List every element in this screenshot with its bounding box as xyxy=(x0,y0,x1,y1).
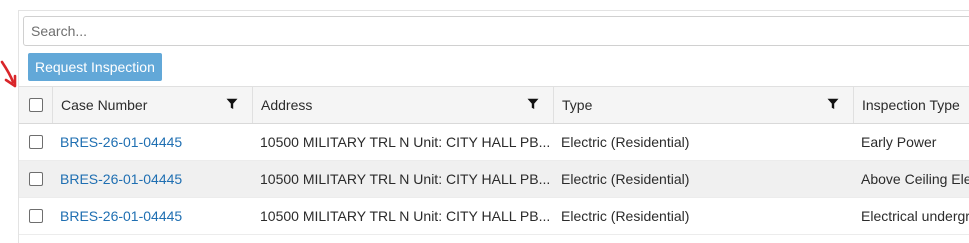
row-checkbox[interactable] xyxy=(28,135,43,149)
row-checkbox[interactable] xyxy=(28,209,43,223)
column-header-inspection-type[interactable]: Inspection Type xyxy=(853,87,969,123)
search-input[interactable] xyxy=(23,16,969,46)
inspection-grid-view: Request Inspection Case Number Address xyxy=(0,0,969,243)
address-cell: 10500 MILITARY TRL N Unit: CITY HALL PB.… xyxy=(260,134,551,150)
address-cell: 10500 MILITARY TRL N Unit: CITY HALL PB.… xyxy=(260,171,551,187)
type-cell: Electric (Residential) xyxy=(561,134,690,150)
case-number-cell: BRES-26-01-04445 xyxy=(52,124,252,160)
case-number-link[interactable]: BRES-26-01-04445 xyxy=(60,208,182,224)
row-select-cell xyxy=(19,161,52,197)
row-select-cell xyxy=(19,124,52,160)
inspection-type-cell: Early Power xyxy=(861,134,937,150)
filter-icon[interactable] xyxy=(527,98,539,110)
column-header-address[interactable]: Address xyxy=(252,87,553,123)
row-checkbox[interactable] xyxy=(28,172,43,186)
type-cell: Electric (Residential) xyxy=(561,171,690,187)
table-row[interactable]: BRES-26-01-04445 10500 MILITARY TRL N Un… xyxy=(19,161,969,198)
inspection-table: Case Number Address Type Inspection Type xyxy=(19,86,969,235)
filter-icon[interactable] xyxy=(827,98,839,110)
table-row[interactable]: BRES-26-01-04445 10500 MILITARY TRL N Un… xyxy=(19,124,969,161)
column-header-label: Case Number xyxy=(61,97,148,113)
case-number-link[interactable]: BRES-26-01-04445 xyxy=(60,171,182,187)
column-header-label: Inspection Type xyxy=(862,97,960,113)
column-header-label: Address xyxy=(261,97,313,113)
table-header-row: Case Number Address Type Inspection Type xyxy=(19,86,969,124)
request-inspection-button[interactable]: Request Inspection xyxy=(28,53,162,81)
select-all-checkbox[interactable] xyxy=(28,98,43,112)
column-header-type[interactable]: Type xyxy=(553,87,853,123)
table-row[interactable]: BRES-26-01-04445 10500 MILITARY TRL N Un… xyxy=(19,198,969,235)
inspection-type-cell: Electrical undergr xyxy=(861,208,969,224)
inspection-type-cell: Above Ceiling Ele xyxy=(861,171,969,187)
address-cell: 10500 MILITARY TRL N Unit: CITY HALL PB.… xyxy=(260,208,551,224)
header-select-all-cell xyxy=(19,87,52,123)
column-header-label: Type xyxy=(562,97,593,113)
case-number-cell: BRES-26-01-04445 xyxy=(52,198,252,234)
row-select-cell xyxy=(19,198,52,234)
case-number-cell: BRES-26-01-04445 xyxy=(52,161,252,197)
type-cell: Electric (Residential) xyxy=(561,208,690,224)
filter-icon[interactable] xyxy=(226,98,238,110)
case-number-link[interactable]: BRES-26-01-04445 xyxy=(60,134,182,150)
column-header-case-number[interactable]: Case Number xyxy=(52,87,252,123)
